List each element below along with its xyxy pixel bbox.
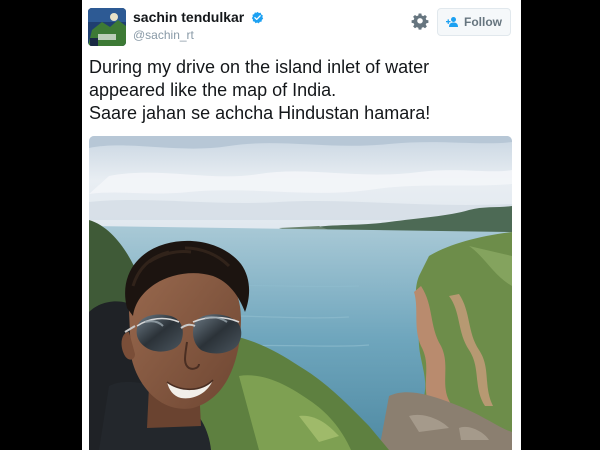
tweet-text-line-2: appeared like the map of India. [89,80,337,100]
author-block: sachin tendulkar @sachin_rt [133,9,264,43]
tweet-card: sachin tendulkar @sachin_rt Follow Durin… [82,0,521,450]
author-handle[interactable]: @sachin_rt [133,28,264,43]
gear-icon [411,13,429,30]
tweet-photo[interactable] [89,136,512,450]
add-user-icon [446,17,458,27]
follow-label: Follow [464,15,502,29]
verified-badge-icon [251,12,263,24]
follow-button[interactable]: Follow [437,8,511,36]
tweet-text-line-3: Saare jahan se achcha Hindustan hamara! [89,103,431,123]
tweet-text-line-1: During my drive on the island inlet of w… [89,57,430,77]
avatar[interactable] [88,8,126,46]
left-letterbox [0,0,82,450]
tweet-text: During my drive on the island inlet of w… [89,56,515,125]
author-display-name[interactable]: sachin tendulkar [133,9,244,26]
tweet-header: sachin tendulkar @sachin_rt Follow [82,0,521,52]
right-letterbox [521,0,600,450]
selfie-photo [89,136,512,450]
settings-button[interactable] [411,13,429,31]
